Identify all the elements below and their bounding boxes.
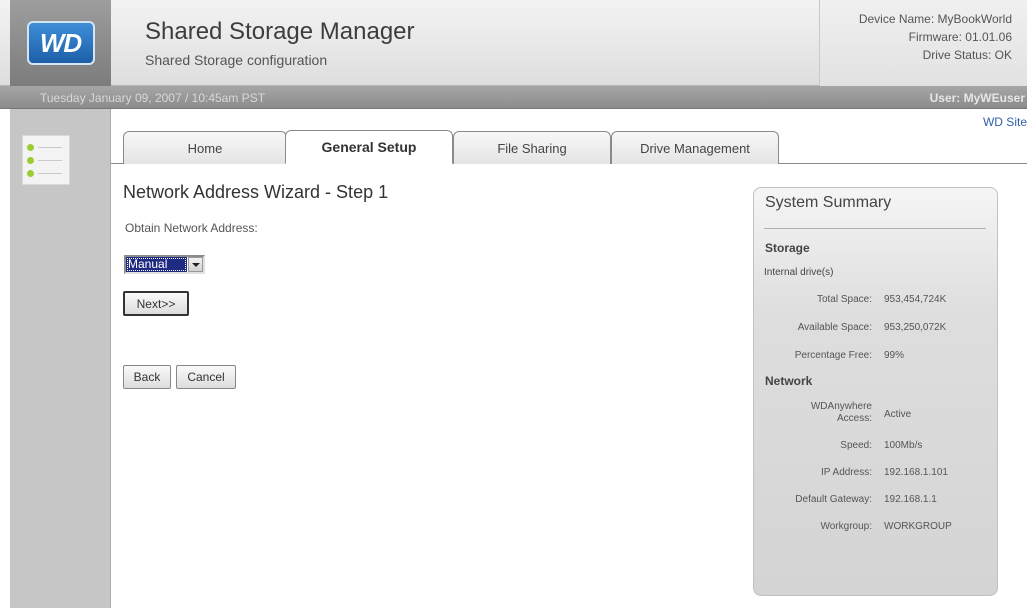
status-dot-icon xyxy=(27,170,34,177)
total-space-value: 953,454,724K xyxy=(884,294,947,305)
device-name: Device Name: MyBookWorld xyxy=(858,12,1012,26)
default-gateway-label: Default Gateway: xyxy=(795,494,872,505)
cancel-button[interactable]: Cancel xyxy=(176,365,236,389)
tab-home[interactable]: Home xyxy=(123,131,287,164)
ip-address-label: IP Address: xyxy=(821,467,872,478)
wdanywhere-label-line1: WDAnywhere xyxy=(810,401,872,412)
available-space-value: 953,250,072K xyxy=(884,322,947,333)
tab-file-sharing[interactable]: File Sharing xyxy=(453,131,611,164)
total-space-label: Total Space: xyxy=(816,294,872,305)
status-line xyxy=(38,173,62,174)
left-sidebar xyxy=(10,109,111,608)
workgroup-label: Workgroup: xyxy=(820,521,872,532)
wd-logo[interactable]: WD xyxy=(26,21,95,65)
wdanywhere-value: Active xyxy=(884,409,912,420)
select-value: Manual xyxy=(126,257,187,272)
network-heading: Network xyxy=(765,374,813,388)
wdanywhere-label: WDAnywhere Access: xyxy=(811,401,872,425)
default-gateway-value: 192.168.1.1 xyxy=(884,494,937,505)
status-line xyxy=(38,160,62,161)
chevron-down-icon[interactable] xyxy=(188,257,203,272)
wdanywhere-label-line2: Access: xyxy=(836,413,872,424)
wd-site-link[interactable]: WD Site xyxy=(983,115,1027,129)
main-content: WD Site Home General Setup File Sharing … xyxy=(111,109,1027,608)
status-line xyxy=(38,147,62,148)
internal-drives-label: Internal drive(s) xyxy=(764,267,834,278)
date-bar: Tuesday January 09, 2007 / 10:45am PST U… xyxy=(0,86,1027,109)
percentage-free-label: Percentage Free: xyxy=(794,350,872,361)
tab-drive-management[interactable]: Drive Management xyxy=(611,131,779,164)
storage-heading: Storage xyxy=(765,241,810,255)
app-header: WD Shared Storage Manager Shared Storage… xyxy=(0,0,1027,86)
drive-status: Drive Status: OK xyxy=(922,48,1012,62)
summary-title: System Summary xyxy=(765,194,892,211)
app-subtitle: Shared Storage configuration xyxy=(145,52,328,68)
system-summary-panel: System Summary Storage Internal drive(s)… xyxy=(753,187,998,596)
logo-area: WD xyxy=(10,0,111,86)
app-title: Shared Storage Manager xyxy=(145,18,415,45)
percentage-free-value: 99% xyxy=(884,350,905,361)
tab-general-setup[interactable]: General Setup xyxy=(285,130,453,164)
workgroup-value: WORKGROUP xyxy=(884,521,952,532)
status-widget-icon xyxy=(22,135,70,185)
available-space-label: Available Space: xyxy=(797,322,872,333)
address-mode-select[interactable]: Manual xyxy=(124,255,205,274)
obtain-address-label: Obtain Network Address: xyxy=(125,221,258,235)
user-label: User: MyWEuser xyxy=(929,91,1025,105)
firmware-version: Firmware: 01.01.06 xyxy=(908,30,1012,44)
date-time-text: Tuesday January 09, 2007 / 10:45am PST xyxy=(40,91,266,105)
divider xyxy=(764,228,986,229)
wizard-title: Network Address Wizard - Step 1 xyxy=(123,182,389,202)
status-dot-icon xyxy=(27,157,34,164)
status-dot-icon xyxy=(27,144,34,151)
device-info-panel: Device Name: MyBookWorld Firmware: 01.01… xyxy=(819,0,1027,86)
speed-value: 100Mb/s xyxy=(884,440,923,451)
speed-label: Speed: xyxy=(840,440,872,451)
ip-address-value: 192.168.1.101 xyxy=(884,467,948,478)
back-button[interactable]: Back xyxy=(123,365,171,389)
next-button[interactable]: Next>> xyxy=(123,291,189,316)
